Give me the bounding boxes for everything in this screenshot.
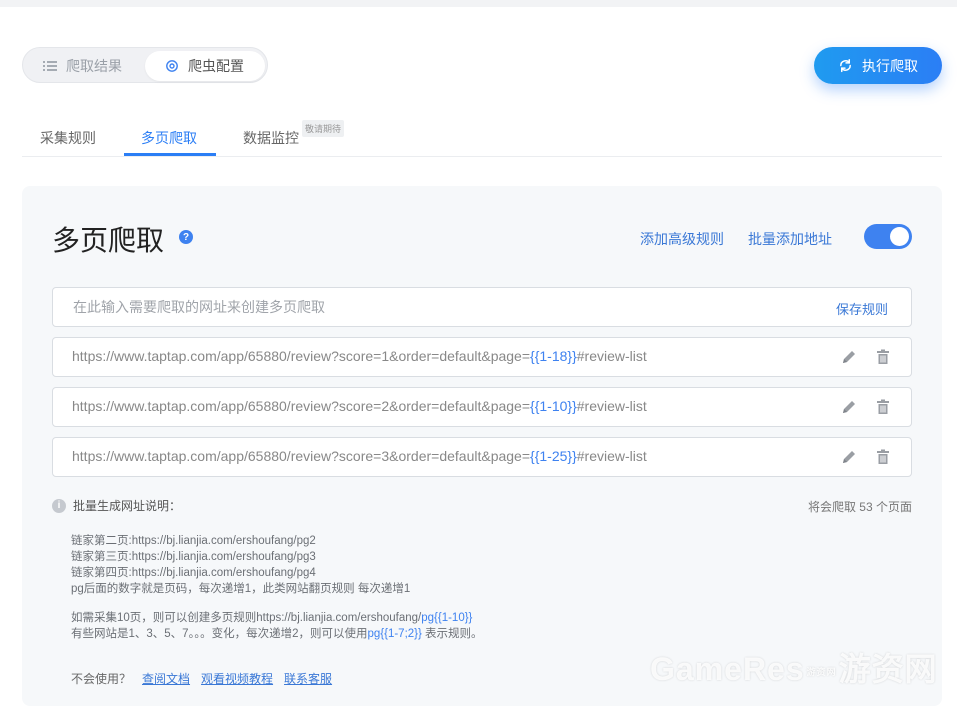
video-tutorial-link[interactable]: 观看视频教程: [201, 672, 273, 686]
results-segment-label: 爬取结果: [66, 58, 122, 74]
note-example-text: 如需采集10页，则可以创建多页规则https://bj.lianjia.com/…: [71, 612, 422, 624]
batch-url-notes-heading: i 批量生成网址说明：: [52, 497, 181, 514]
rule-url: https://www.taptap.com/app/65880/review?…: [72, 398, 647, 414]
tab-bar: 采集规则 多页爬取 数据监控 敬请期待: [22, 116, 942, 157]
note-line: 链家第三页:https://bj.lianjia.com/ershoufang/…: [71, 551, 316, 563]
trash-icon[interactable]: [875, 449, 891, 465]
rule-url: https://www.taptap.com/app/65880/review?…: [72, 448, 647, 464]
add-advanced-rule-link[interactable]: 添加高级规则: [640, 229, 724, 249]
note-example-text: 有些网站是1、3、5、7。。。变化，每次递增2，则可以使用: [71, 628, 368, 640]
trash-icon[interactable]: [875, 349, 891, 365]
tab-data-monitor[interactable]: 数据监控: [243, 128, 299, 148]
rule-row: https://www.taptap.com/app/65880/review?…: [52, 337, 912, 377]
view-switcher: 爬取结果 爬虫配置: [22, 47, 268, 83]
coming-soon-badge: 敬请期待: [302, 120, 345, 137]
save-rule-button[interactable]: 保存规则: [836, 299, 888, 318]
rule-url-suffix: #review-list: [576, 348, 647, 364]
rule-url-prefix: https://www.taptap.com/app/65880/review?…: [72, 348, 531, 364]
tab-multi-page[interactable]: 多页爬取: [141, 128, 197, 148]
url-input[interactable]: [73, 288, 773, 326]
note-example-line: 有些网站是1、3、5、7。。。变化，每次递增2，则可以使用pg{{1-7;2}}…: [71, 626, 483, 642]
page-title: 多页爬取: [52, 225, 165, 256]
rule-url-suffix: #review-list: [576, 398, 647, 414]
tab-collect-rules[interactable]: 采集规则: [40, 128, 96, 148]
rule-url-variable: {{1-18}}: [530, 348, 577, 364]
notes-body: 链家第二页:https://bj.lianjia.com/ershoufang/…: [71, 533, 483, 642]
top-bar: [0, 0, 957, 7]
batch-add-url-link[interactable]: 批量添加地址: [748, 229, 832, 249]
note-example-line: 如需采集10页，则可以创建多页规则https://bj.lianjia.com/…: [71, 610, 483, 626]
toggle-knob: [890, 227, 909, 246]
notes-heading-text: 批量生成网址说明：: [73, 499, 182, 513]
config-segment-label: 爬虫配置: [188, 58, 244, 74]
note-line: 链家第四页:https://bj.lianjia.com/ershoufang/…: [71, 567, 316, 579]
rule-url-variable: {{1-25}}: [530, 448, 577, 464]
config-segment-button[interactable]: 爬虫配置: [145, 51, 265, 81]
run-crawl-button[interactable]: 执行爬取: [814, 47, 942, 84]
note-example-suffix: 表示规则。: [421, 628, 483, 640]
contact-support-link[interactable]: 联系客服: [284, 672, 332, 686]
rule-url-variable: {{1-10}}: [530, 398, 577, 414]
help-icon[interactable]: ?: [179, 230, 193, 244]
note-line: 链家第二页:https://bj.lianjia.com/ershoufang/…: [71, 535, 316, 547]
trash-icon[interactable]: [875, 399, 891, 415]
note-example-variable: pg{{1-10}}: [421, 612, 473, 624]
help-links: 不会使用？ 查阅文档 观看视频教程 联系客服: [71, 670, 332, 687]
docs-link[interactable]: 查阅文档: [142, 672, 190, 686]
info-icon: i: [52, 498, 66, 513]
pencil-icon[interactable]: [841, 449, 857, 465]
batch-mode-toggle[interactable]: [864, 224, 912, 249]
page-count-text: 将会爬取 53 个页面: [807, 500, 912, 514]
rule-row: https://www.taptap.com/app/65880/review?…: [52, 387, 912, 427]
results-segment-button[interactable]: 爬取结果: [43, 51, 122, 81]
rule-url: https://www.taptap.com/app/65880/review?…: [72, 348, 647, 364]
help-question: 不会使用？: [71, 672, 132, 686]
list-icon: [43, 59, 57, 73]
pencil-icon[interactable]: [841, 349, 857, 365]
note-example-variable: pg{{1-7;2}}: [367, 628, 422, 640]
refresh-icon: [840, 58, 851, 73]
note-line: pg后面的数字就是页码，每次递增1，此类网站翻页规则 每次递增1: [71, 583, 411, 595]
active-tab-indicator: [124, 153, 216, 156]
run-crawl-label: 执行爬取: [862, 57, 918, 74]
url-input-box: 保存规则: [52, 287, 912, 327]
rule-url-prefix: https://www.taptap.com/app/65880/review?…: [72, 448, 531, 464]
rule-row: https://www.taptap.com/app/65880/review?…: [52, 437, 912, 477]
multi-page-panel: 多页爬取 ? 添加高级规则 批量添加地址 保存规则 https://www.ta…: [22, 186, 942, 706]
watermark-logo: GameRes 游资网游资网: [650, 651, 938, 687]
pencil-icon[interactable]: [841, 399, 857, 415]
gear-icon: [165, 59, 179, 73]
rule-url-prefix: https://www.taptap.com/app/65880/review?…: [72, 398, 531, 414]
rule-url-suffix: #review-list: [576, 448, 647, 464]
